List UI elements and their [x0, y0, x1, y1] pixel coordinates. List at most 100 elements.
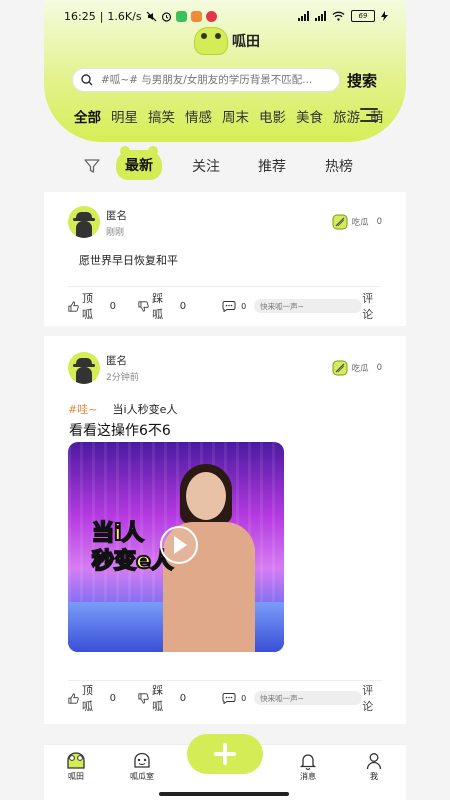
comment-count-group[interactable]: 0 [222, 692, 247, 704]
user-icon [366, 753, 382, 770]
play-icon[interactable] [160, 526, 198, 564]
post-body: 看看这操作6不6 [69, 423, 171, 439]
eat-melon-count: 0 [376, 363, 382, 373]
battery-level: 69 [358, 12, 368, 20]
search-button[interactable]: 搜索 [347, 70, 377, 91]
like-button[interactable]: 顶呱 0 [68, 290, 116, 322]
status-time: 16:25 [64, 10, 96, 23]
signal-icon-2 [315, 11, 326, 21]
nav-home-label: 呱田 [68, 772, 84, 781]
dislike-count: 0 [179, 692, 187, 704]
category-all[interactable]: 全部 [74, 106, 101, 126]
thumbs-up-icon [68, 692, 79, 704]
like-count: 0 [109, 300, 117, 312]
like-button[interactable]: 顶呱 0 [68, 682, 116, 714]
status-speed: 1.6K/s [107, 10, 142, 23]
app-notification-icon-orange [190, 11, 202, 22]
username[interactable]: 匿名 [106, 353, 127, 368]
melon-icon [332, 214, 348, 230]
category-celebrity[interactable]: 明星 [111, 106, 138, 126]
category-funny[interactable]: 搞笑 [148, 106, 175, 126]
comment-count-group[interactable]: 0 [222, 300, 247, 312]
nav-melon-room[interactable]: 呱瓜室 [130, 751, 154, 782]
comment-button[interactable]: 评论 [362, 682, 382, 714]
app-notification-icon-red [205, 11, 217, 22]
feed-tabs: 最新 关注 推荐 热榜 [44, 146, 406, 188]
app-screen: 16:25 | 1.6K/s 69 呱田 #呱~# 与男朋友/女朋友的学历背景不… [0, 0, 450, 800]
username[interactable]: 匿名 [106, 208, 127, 223]
eat-melon-label: 吃瓜 [351, 218, 369, 228]
category-emotion[interactable]: 情感 [185, 106, 212, 126]
status-left: 16:25 | 1.6K/s [64, 10, 217, 23]
status-right: 69 [298, 10, 388, 22]
signal-icon-1 [298, 11, 309, 21]
comment-count: 0 [241, 693, 247, 703]
frog-logo-icon [194, 27, 228, 55]
nav-messages-label: 消息 [300, 772, 316, 781]
post-text: 愿世界早日恢复和平 [79, 254, 178, 267]
divider [68, 680, 382, 681]
comment-count: 0 [241, 301, 247, 311]
dislike-count: 0 [179, 300, 187, 312]
tab-recommend[interactable]: 推荐 [258, 156, 286, 176]
app-content: 16:25 | 1.6K/s 69 呱田 #呱~# 与男朋友/女朋友的学历背景不… [44, 0, 406, 800]
category-movie[interactable]: 电影 [259, 106, 286, 126]
thumbs-down-icon [138, 692, 149, 704]
eat-melon-label: 吃瓜 [351, 364, 369, 374]
home-indicator [159, 792, 289, 796]
dislike-label: 踩呱 [152, 292, 164, 321]
search-box[interactable] [72, 68, 340, 92]
app-notification-icon-green [175, 11, 187, 22]
charging-icon [381, 11, 388, 21]
nav-me-label: 我 [370, 772, 378, 781]
category-bar: 全部 明星 搞笑 情感 周末 电影 美食 旅游 萌 [74, 106, 384, 126]
post-card[interactable]: 匿名 刚刚 吃瓜 0 愿世界早日恢复和平 顶呱 0 踩呱 0 0 快来呱一声~ … [44, 192, 406, 326]
nav-home[interactable]: 呱田 [66, 751, 86, 782]
nav-messages[interactable]: 消息 [300, 751, 316, 782]
eat-melon-button[interactable]: 吃瓜 0 [332, 214, 382, 230]
post-title: 当i人秒变e人 [112, 403, 178, 416]
dislike-button[interactable]: 踩呱 0 [138, 682, 186, 714]
nav-me[interactable]: 我 [366, 751, 382, 782]
comment-input[interactable] [254, 299, 363, 313]
video-person-head [186, 472, 226, 520]
search-input[interactable] [99, 73, 339, 87]
comment-icon [222, 692, 236, 704]
tab-hot[interactable]: 热榜 [325, 156, 353, 176]
category-menu-icon[interactable] [360, 108, 378, 126]
comment-input[interactable] [254, 691, 363, 705]
avatar[interactable] [68, 206, 100, 238]
post-title-row: #哇~ 当i人秒变e人 [68, 398, 177, 417]
comment-button[interactable]: 评论 [362, 290, 382, 322]
nav-melon-room-label: 呱瓜室 [130, 772, 154, 781]
wifi-icon [332, 11, 345, 21]
alarm-icon [161, 12, 171, 22]
battery-icon: 69 [351, 10, 375, 22]
tab-latest-label: 最新 [125, 158, 153, 174]
thumbs-down-icon [138, 300, 149, 312]
category-weekend[interactable]: 周末 [222, 106, 249, 126]
post-tag[interactable]: #哇~ [68, 403, 97, 416]
filter-icon[interactable] [84, 158, 100, 174]
dislike-label: 踩呱 [152, 684, 164, 713]
post-actions: 顶呱 0 踩呱 0 0 评论 [68, 684, 382, 713]
dislike-button[interactable]: 踩呱 0 [138, 290, 186, 322]
video-thumbnail[interactable]: 当i人 秒变e人 [68, 442, 284, 652]
like-label: 顶呱 [82, 292, 94, 321]
tab-follow[interactable]: 关注 [192, 156, 220, 176]
like-count: 0 [109, 692, 117, 704]
category-travel[interactable]: 旅游 [333, 106, 360, 126]
search-icon [81, 74, 93, 86]
tab-latest[interactable]: 最新 [116, 146, 162, 180]
app-logo-text: 呱田 [232, 34, 260, 50]
comment-icon [222, 300, 236, 312]
melon-room-icon [134, 752, 150, 768]
avatar[interactable] [68, 352, 100, 384]
category-food[interactable]: 美食 [296, 106, 323, 126]
post-time: 刚刚 [106, 228, 125, 238]
eat-melon-button[interactable]: 吃瓜 0 [332, 360, 382, 376]
mute-icon [146, 11, 157, 22]
post-add-button[interactable] [187, 734, 263, 774]
post-time: 2分钟前 [106, 373, 139, 383]
like-label: 顶呱 [82, 684, 94, 713]
